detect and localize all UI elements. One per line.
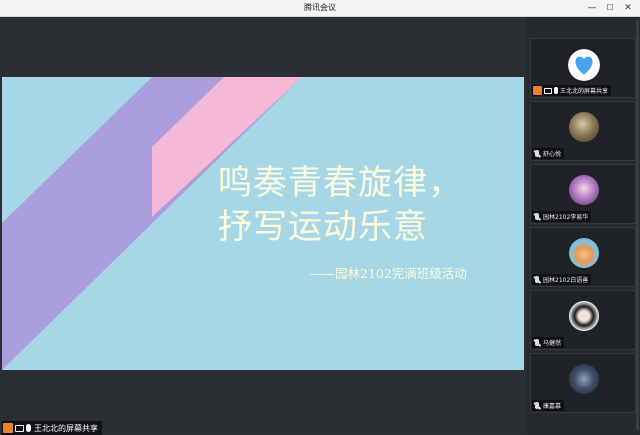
participant-label: 康嘉慕 — [532, 400, 565, 411]
screen-share-icon — [15, 424, 24, 432]
slide-title-line1: 鸣奏青春旋律， — [218, 163, 463, 203]
close-button[interactable]: ✕ — [620, 1, 636, 15]
heart-icon — [568, 49, 600, 81]
participant-tile[interactable]: 马健然 — [530, 290, 636, 350]
participant-tile[interactable]: 舒心悦 — [530, 101, 636, 161]
share-label: 王北北的屏幕共享 — [34, 423, 98, 433]
sidebar-scrollbar[interactable] — [636, 20, 639, 430]
avatar — [569, 238, 599, 268]
participant-label: 舒心悦 — [532, 148, 565, 159]
avatar — [569, 112, 599, 142]
host-icon — [533, 86, 542, 95]
participant-label: 园林2102李易华 — [532, 211, 592, 222]
avatar — [569, 301, 599, 331]
participant-name: 园林2102李易华 — [543, 214, 589, 221]
participant-label: 王北北的屏幕共享 — [532, 85, 612, 96]
participant-label: 马健然 — [532, 337, 565, 348]
minimize-button[interactable]: — — [584, 1, 600, 15]
participant-name: 王北北的屏幕共享 — [560, 88, 609, 95]
slide-title-line2: 抒写运动乐意 — [218, 207, 428, 247]
title-bar: 腾讯会议 — ☐ ✕ — [0, 0, 640, 17]
participant-tile[interactable]: 园林2102白语善 — [530, 227, 636, 287]
mic-muted-icon — [533, 275, 541, 284]
mic-icon — [554, 87, 558, 94]
mic-icon — [26, 424, 31, 432]
host-icon — [3, 423, 13, 433]
mic-muted-icon — [533, 338, 541, 347]
participant-tile[interactable]: 园林2102李易华 — [530, 164, 636, 224]
screen-share-icon — [544, 87, 552, 94]
avatar — [569, 175, 599, 205]
presentation-slide: 鸣奏青春旋律， 抒写运动乐意 ——园林2102完满班级活动 — [2, 77, 524, 370]
participant-name: 康嘉慕 — [543, 403, 562, 410]
mic-muted-icon — [533, 149, 541, 158]
slide-subtitle: ——园林2102完满班级活动 — [310, 266, 467, 281]
participant-tile[interactable]: 王北北的屏幕共享 — [530, 38, 636, 98]
participant-label: 园林2102白语善 — [532, 274, 592, 285]
mic-muted-icon — [533, 212, 541, 221]
window-title: 腾讯会议 — [304, 3, 336, 12]
participant-name: 马健然 — [543, 340, 562, 347]
avatar — [569, 364, 599, 394]
mic-muted-icon — [533, 401, 541, 410]
shared-screen-area: 鸣奏青春旋律， 抒写运动乐意 ——园林2102完满班级活动 王北北的屏幕共享 — [0, 17, 526, 435]
slide-title: 鸣奏青春旋律， 抒写运动乐意 — [218, 161, 463, 249]
participant-tile[interactable]: 康嘉慕 — [530, 353, 636, 413]
share-status-bar: 王北北的屏幕共享 — [2, 421, 102, 435]
maximize-button[interactable]: ☐ — [602, 1, 618, 15]
participant-name: 舒心悦 — [543, 151, 562, 158]
participant-name: 园林2102白语善 — [543, 277, 589, 284]
